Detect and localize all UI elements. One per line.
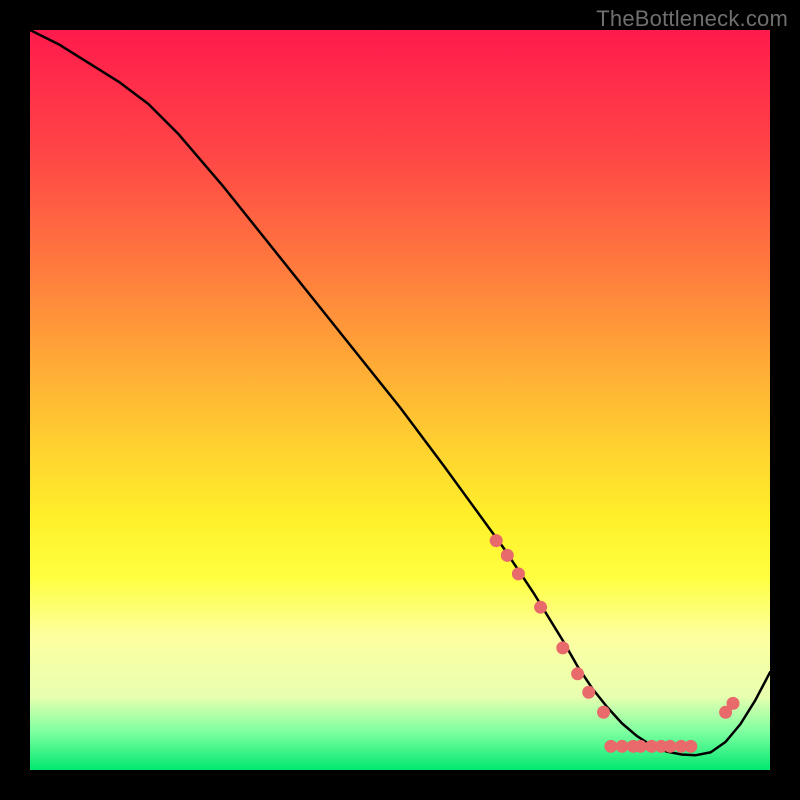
curve-marker — [512, 567, 525, 580]
chart-frame: TheBottleneck.com — [0, 0, 800, 800]
curve-marker — [604, 740, 617, 753]
curve-marker — [634, 740, 647, 753]
curve-marker — [556, 641, 569, 654]
curve-marker — [582, 686, 595, 699]
curve-marker — [571, 667, 584, 680]
curve-marker — [616, 740, 629, 753]
curve-marker-group — [490, 534, 740, 753]
curve-marker — [597, 706, 610, 719]
bottleneck-curve — [30, 30, 770, 755]
curve-marker — [501, 549, 514, 562]
watermark-text: TheBottleneck.com — [596, 6, 788, 32]
curve-marker — [534, 601, 547, 614]
curve-marker — [664, 740, 677, 753]
gradient-plot-area — [30, 30, 770, 770]
curve-marker — [490, 534, 503, 547]
curve-marker — [727, 697, 740, 710]
curve-layer — [30, 30, 770, 770]
curve-marker — [684, 740, 697, 753]
